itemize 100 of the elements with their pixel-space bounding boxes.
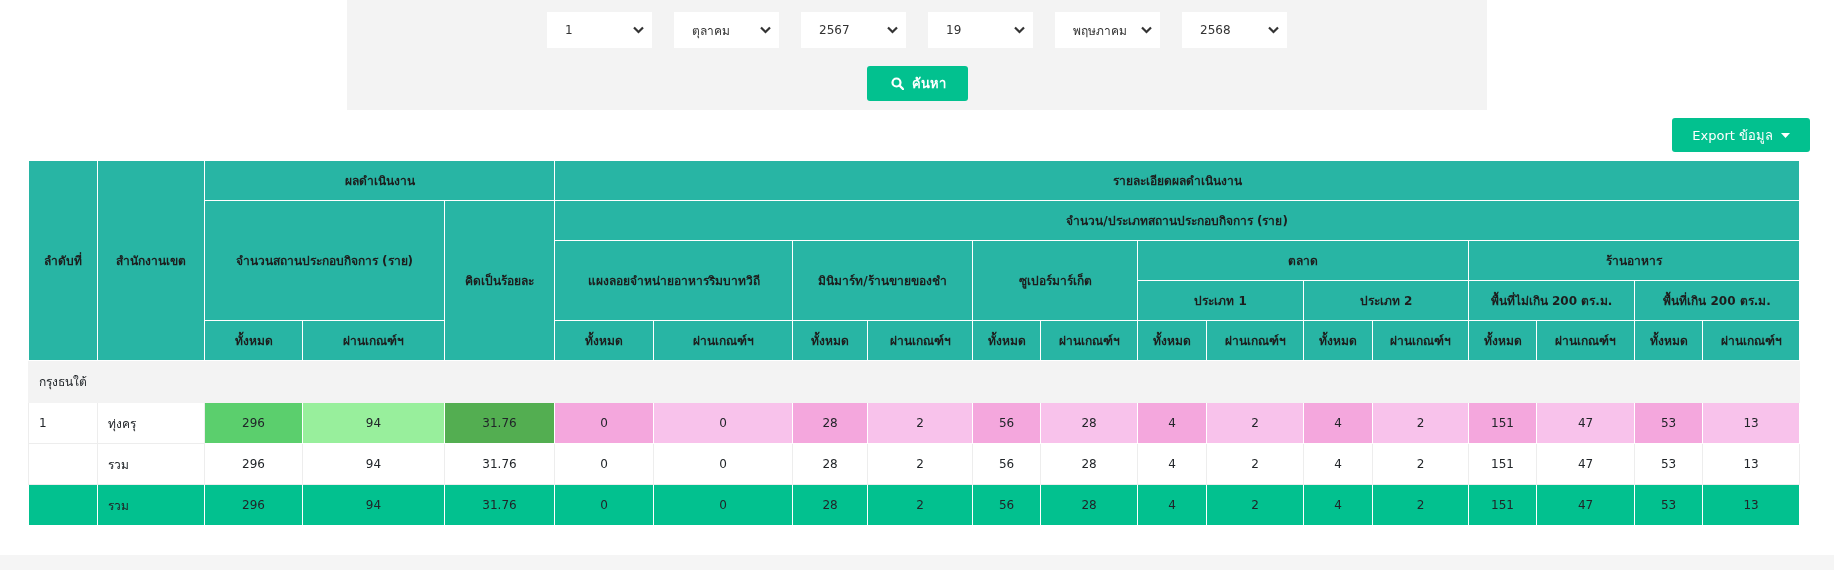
column-header: ทั้งหมด: [972, 320, 1041, 361]
table-cell: 0: [653, 402, 793, 444]
column-header: พื้นที่ไม่เกิน 200 ตร.ม.: [1468, 280, 1635, 321]
table-cell: 53: [1634, 443, 1703, 485]
column-header: คิดเป็นร้อยละ: [444, 200, 555, 361]
column-header: ทั้งหมด: [204, 320, 303, 361]
table-cell: 0: [653, 484, 793, 526]
table-cell: 28: [792, 402, 868, 444]
group-label: กรุงธนใต้: [28, 360, 1800, 403]
table-cell: 28: [1040, 443, 1138, 485]
select-field[interactable]: ตุลาคม: [674, 12, 779, 48]
chevron-down-icon: [633, 26, 644, 34]
column-header: พื้นที่เกิน 200 ตร.ม.: [1634, 280, 1800, 321]
table-cell: 2: [1206, 484, 1304, 526]
table-cell: 4: [1303, 402, 1373, 444]
table-cell: รวม: [97, 443, 205, 485]
table-cell: 151: [1468, 402, 1537, 444]
table-cell: 2: [1372, 484, 1469, 526]
column-header: มินิมาร์ท/ร้านขายของชำ: [792, 240, 973, 321]
select-field[interactable]: พฤษภาคม: [1055, 12, 1160, 48]
column-header: ซูเปอร์มาร์เก็ต: [972, 240, 1138, 321]
column-header: ผ่านเกณฑ์ฯ: [653, 320, 793, 361]
column-header: ผ่านเกณฑ์ฯ: [1702, 320, 1800, 361]
chevron-down-icon: [1014, 26, 1025, 34]
table-cell: 31.76: [444, 402, 555, 444]
table-cell: 53: [1634, 402, 1703, 444]
table-cell: 296: [204, 443, 303, 485]
table-cell: 4: [1303, 484, 1373, 526]
column-header: จำนวนสถานประกอบกิจการ (ราย): [204, 200, 445, 321]
table-cell: 47: [1536, 484, 1635, 526]
column-header: ประเภท 1: [1137, 280, 1304, 321]
table-cell: 94: [302, 484, 445, 526]
table-cell: 47: [1536, 443, 1635, 485]
column-header: ผลดำเนินงาน: [204, 160, 555, 201]
column-header: แผงลอยจำหน่ายอาหารริมบาทวิถี: [554, 240, 793, 321]
table-cell: 53: [1634, 484, 1703, 526]
table-cell: 4: [1303, 443, 1373, 485]
table-cell: 13: [1702, 402, 1800, 444]
column-header: ทั้งหมด: [554, 320, 654, 361]
table-cell: 56: [972, 402, 1041, 444]
table-cell: 94: [302, 402, 445, 444]
table-cell: 13: [1702, 484, 1800, 526]
select-field[interactable]: 1: [547, 12, 652, 48]
table-cell: 28: [1040, 402, 1138, 444]
table-cell: 47: [1536, 402, 1635, 444]
column-header: ประเภท 2: [1303, 280, 1469, 321]
table-cell: 28: [792, 484, 868, 526]
chevron-down-icon: [760, 26, 771, 34]
table-cell: 4: [1137, 443, 1207, 485]
table-cell: 28: [1040, 484, 1138, 526]
select-field[interactable]: 19: [928, 12, 1033, 48]
column-header: ลำดับที่: [28, 160, 98, 361]
chevron-down-icon: [887, 26, 898, 34]
table-cell: 4: [1137, 484, 1207, 526]
table-cell: 31.76: [444, 443, 555, 485]
column-header: ทั้งหมด: [1468, 320, 1537, 361]
column-header: ทั้งหมด: [792, 320, 868, 361]
table-cell: 2: [867, 484, 973, 526]
column-header: ผ่านเกณฑ์ฯ: [1206, 320, 1304, 361]
chevron-down-icon: [1268, 26, 1279, 34]
table-cell: ทุ่งครุ: [97, 402, 205, 444]
chevron-down-icon: [1141, 26, 1152, 34]
search-icon: [890, 77, 904, 90]
table-cell: 296: [204, 484, 303, 526]
select-field[interactable]: 2567: [801, 12, 906, 48]
select-field[interactable]: 2568: [1182, 12, 1287, 48]
column-header: ผ่านเกณฑ์ฯ: [1040, 320, 1138, 361]
table-cell: 0: [554, 402, 654, 444]
column-header: ผ่านเกณฑ์ฯ: [302, 320, 445, 361]
column-header: ตลาด: [1137, 240, 1469, 281]
column-header: ทั้งหมด: [1634, 320, 1703, 361]
table-cell: 0: [554, 443, 654, 485]
table-cell: 13: [1702, 443, 1800, 485]
table-cell: 0: [554, 484, 654, 526]
column-header: ผ่านเกณฑ์ฯ: [867, 320, 973, 361]
table-cell: 2: [1206, 443, 1304, 485]
table-cell: 151: [1468, 484, 1537, 526]
table-cell: 0: [653, 443, 793, 485]
column-header: ผ่านเกณฑ์ฯ: [1372, 320, 1469, 361]
table-cell: 2: [867, 402, 973, 444]
column-header: จำนวน/ประเภทสถานประกอบกิจการ (ราย): [554, 200, 1800, 241]
column-header: ผ่านเกณฑ์ฯ: [1536, 320, 1635, 361]
column-header: ร้านอาหาร: [1468, 240, 1800, 281]
column-header: ทั้งหมด: [1137, 320, 1207, 361]
column-header: ทั้งหมด: [1303, 320, 1373, 361]
table-cell: รวม: [97, 484, 205, 526]
table-cell: 2: [867, 443, 973, 485]
table-cell: 31.76: [444, 484, 555, 526]
table-cell: 28: [792, 443, 868, 485]
column-header: รายละเอียดผลดำเนินงาน: [554, 160, 1800, 201]
table-cell: 56: [972, 443, 1041, 485]
table-cell: 2: [1206, 402, 1304, 444]
table-cell: 151: [1468, 443, 1537, 485]
table-cell: 4: [1137, 402, 1207, 444]
table-cell: 296: [204, 402, 303, 444]
table-cell: 2: [1372, 443, 1469, 485]
column-header: สำนักงานเขต: [97, 160, 205, 361]
table-cell: 2: [1372, 402, 1469, 444]
table-cell: 94: [302, 443, 445, 485]
caret-icon: [1781, 132, 1790, 138]
